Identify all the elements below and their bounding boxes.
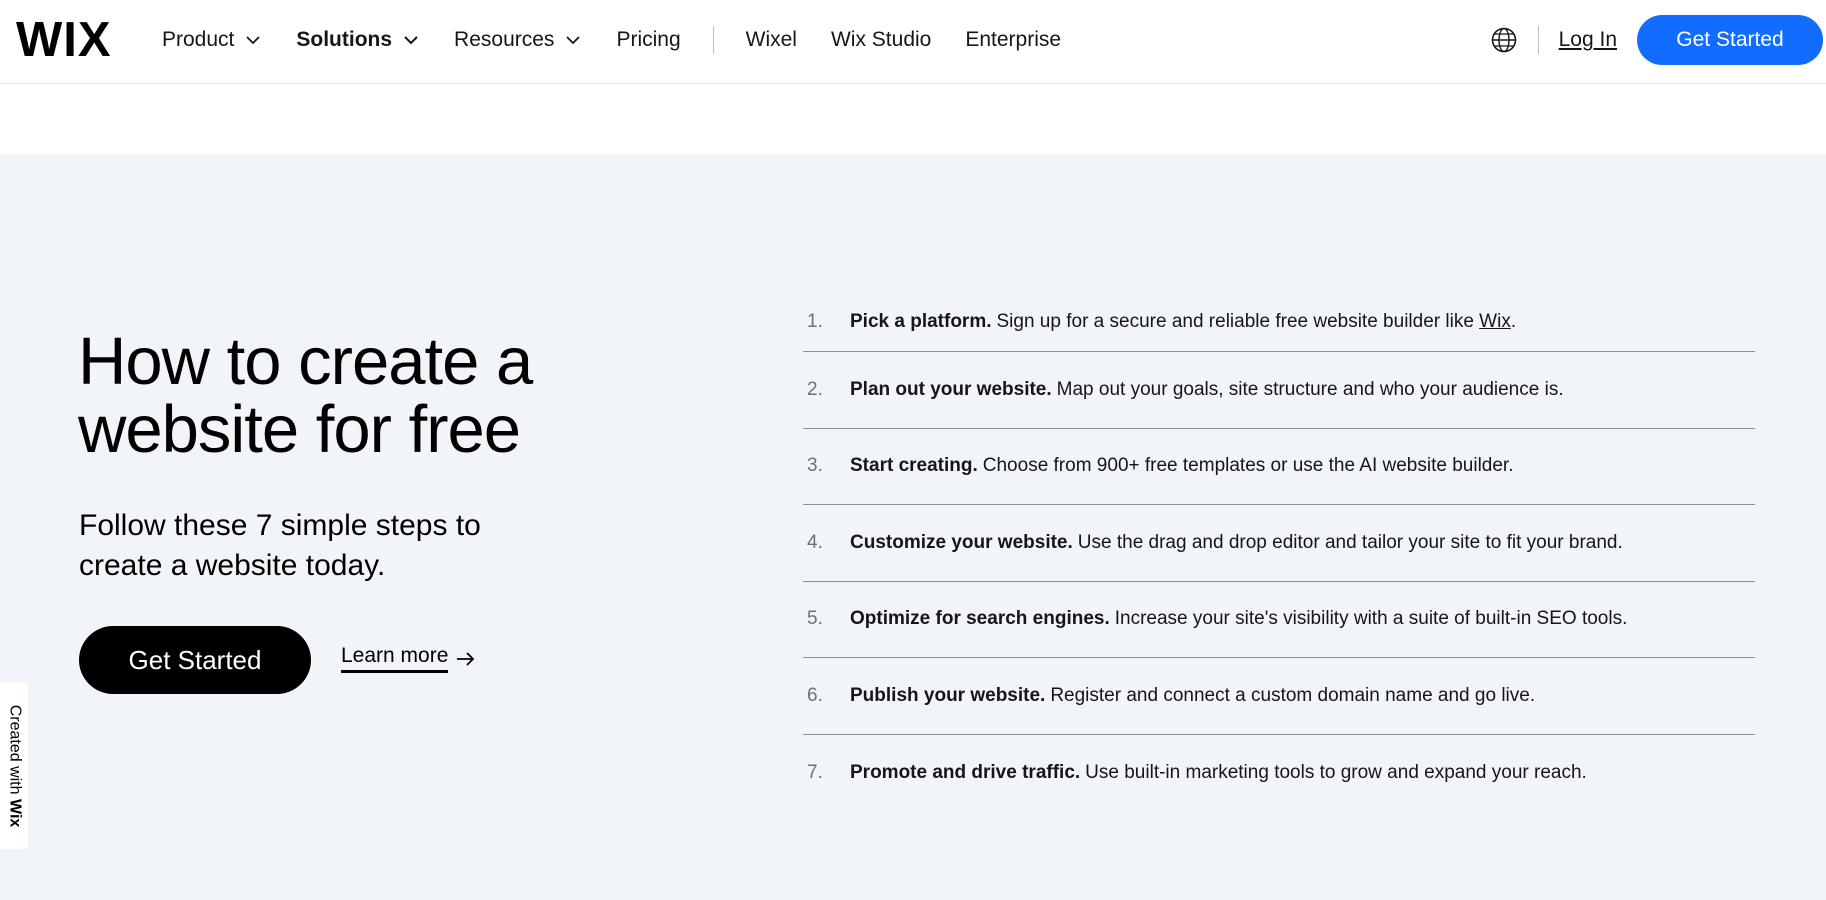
step-lead: Pick a platform. <box>850 310 992 332</box>
list-item: 5. Optimize for search engines. Increase … <box>803 582 1755 658</box>
chevron-down-icon <box>404 36 418 45</box>
nav-item-product[interactable]: Product <box>162 28 262 52</box>
badge-text: Created with Wix <box>5 705 23 828</box>
nav-item-solutions[interactable]: Solutions <box>296 28 420 52</box>
step-text: Increase your site's visibility with a s… <box>1114 608 1628 630</box>
hero-subtitle: Follow these 7 simple steps to create a … <box>79 509 481 582</box>
step-text: Use the drag and drop editor and tailor … <box>1077 531 1623 553</box>
list-item: 1. Pick a platform. Sign up for a secure … <box>803 292 1755 352</box>
created-with-wix-badge[interactable]: Created with Wix <box>0 683 28 849</box>
step-number: 6. <box>807 684 823 706</box>
nav-item-wix-studio[interactable]: Wix Studio <box>831 28 931 52</box>
badge-brand: Wix <box>6 798 23 828</box>
nav-item-label: Pricing <box>616 28 681 51</box>
main-nav: Product Solutions Resources Pricing Wixe… <box>162 0 1095 80</box>
list-item: 7. Promote and drive traffic. Use built-i… <box>803 735 1755 812</box>
nav-item-wixel[interactable]: Wixel <box>746 28 797 52</box>
chevron-down-icon <box>246 36 261 45</box>
page-title: How to create a website for free <box>78 324 533 467</box>
nav-item-pricing[interactable]: Pricing <box>616 28 680 52</box>
learn-more-label: Learn more <box>341 644 449 673</box>
wix-logo[interactable]: WIX <box>16 14 112 66</box>
nav-item-label: Product <box>162 28 235 51</box>
header-divider <box>1537 26 1539 54</box>
arrow-right-icon <box>457 651 475 666</box>
get-started-button-header[interactable]: Get Started <box>1637 15 1823 65</box>
steps-list: 1. Pick a platform. Sign up for a secure … <box>803 292 1755 811</box>
globe-icon[interactable] <box>1490 26 1518 54</box>
nav-item-label: Wixel <box>745 28 797 51</box>
step-number: 1. <box>807 310 823 332</box>
list-item: 2. Plan out your website. Map out your go… <box>803 352 1755 429</box>
hero-section: How to create a website for free Follow … <box>0 154 1826 900</box>
get-started-button[interactable]: Get Started <box>79 626 311 694</box>
step-lead: Customize your website. <box>850 531 1073 553</box>
step-text: Choose from 900+ free templates or use t… <box>982 455 1514 477</box>
list-item: 3. Start creating. Choose from 900+ free … <box>803 429 1755 505</box>
step-lead: Start creating. <box>850 455 978 477</box>
step-number: 7. <box>807 761 823 783</box>
step-lead: Promote and drive traffic. <box>850 761 1081 783</box>
step-number: 5. <box>807 608 823 630</box>
step-text: Sign up for a secure and reliable free w… <box>996 310 1480 332</box>
nav-item-resources[interactable]: Resources <box>454 28 582 52</box>
step-text: Use built-in marketing tools to grow and… <box>1085 761 1587 783</box>
nav-item-label: Solutions <box>296 28 393 51</box>
step-text: Map out your goals, site structure and w… <box>1056 378 1564 400</box>
list-item: 6. Publish your website. Register and con… <box>803 658 1755 735</box>
list-item: 4. Customize your website. Use the drag a… <box>803 505 1755 582</box>
nav-item-label: Resources <box>454 28 555 51</box>
step-text-end: . <box>1510 310 1517 332</box>
wix-link[interactable]: Wix <box>1479 311 1511 332</box>
nav-item-label: Enterprise <box>965 28 1062 51</box>
top-header: WIX Product Solutions Resources Pricing … <box>0 0 1826 84</box>
step-number: 3. <box>807 455 823 477</box>
login-link[interactable]: Log In <box>1559 28 1617 52</box>
step-lead: Plan out your website. <box>850 378 1052 400</box>
header-actions: Log In Get Started <box>1490 0 1826 80</box>
nav-item-label: Wix Studio <box>830 28 932 51</box>
badge-prefix: Created with <box>6 704 23 795</box>
step-lead: Publish your website. <box>850 684 1046 706</box>
learn-more-link[interactable]: Learn more <box>341 644 476 673</box>
nav-divider <box>712 26 714 54</box>
step-text: Register and connect a custom domain nam… <box>1050 684 1536 706</box>
chevron-down-icon <box>566 36 581 45</box>
nav-item-enterprise[interactable]: Enterprise <box>965 28 1061 52</box>
step-lead: Optimize for search engines. <box>850 608 1110 630</box>
step-number: 4. <box>807 531 823 553</box>
step-number: 2. <box>807 378 823 400</box>
